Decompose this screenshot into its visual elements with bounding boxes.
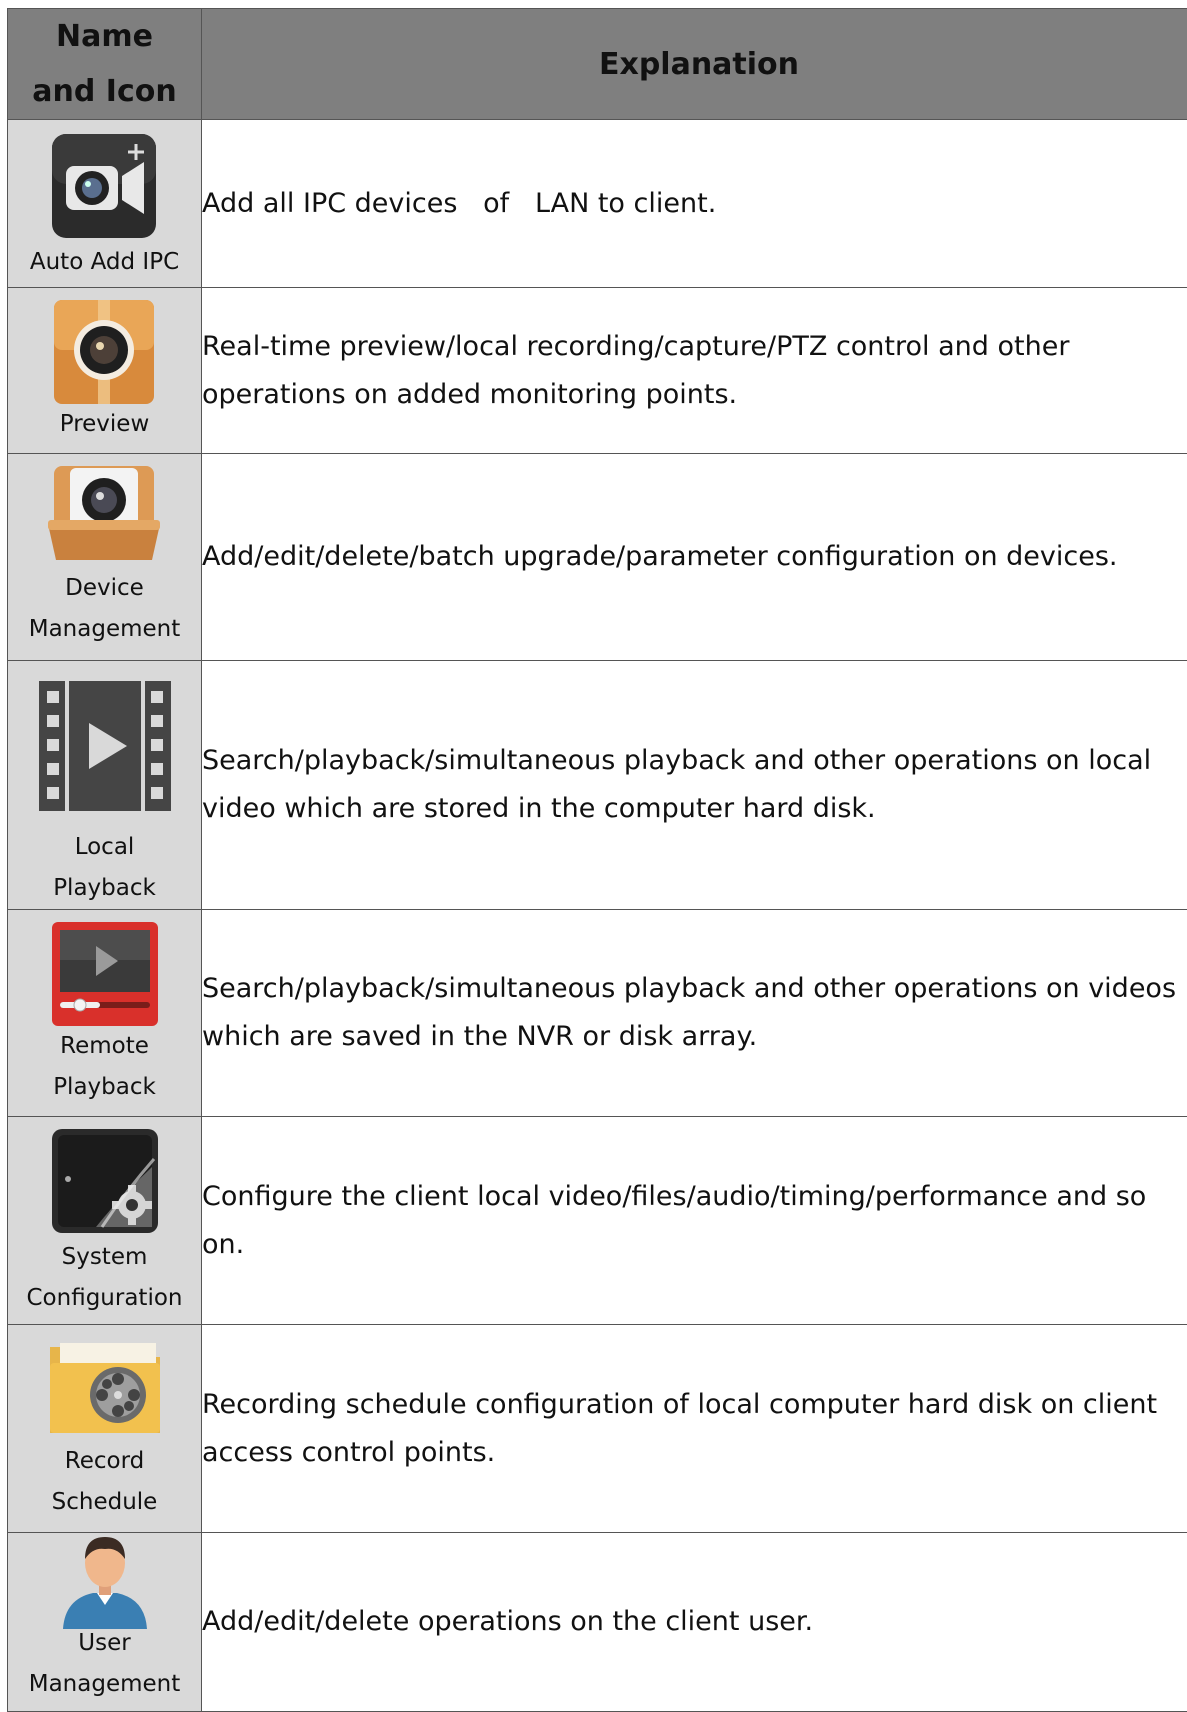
explanation-cell: Add/edit/delete/batch upgrade/parameter … — [202, 454, 1187, 661]
row-name-line: Device — [8, 568, 201, 609]
row-name-line: Configuration — [8, 1278, 201, 1319]
name-cell: Remote Playback — [8, 910, 202, 1117]
explanation-cell: Configure the client local video/files/a… — [202, 1117, 1187, 1325]
row-name-line: Record — [8, 1441, 201, 1482]
film-play-icon — [35, 679, 175, 819]
function-table: Name and Icon Explanation Auto Add IPC A… — [7, 8, 1187, 1712]
table-row: Remote Playback Search/playback/simultan… — [8, 910, 1187, 1117]
camera-tray-icon — [40, 464, 170, 574]
camera-box-icon — [40, 298, 170, 414]
remote-play-icon — [40, 920, 170, 1032]
user-icon — [55, 1533, 155, 1629]
explanation-cell: Add all IPC devices of LAN to client. — [202, 120, 1187, 288]
header-name-and-icon: Name and Icon — [8, 9, 202, 120]
name-cell: System Configuration — [8, 1117, 202, 1325]
name-cell: Preview — [8, 288, 202, 454]
add-camera-icon — [40, 130, 170, 250]
header-row: Name and Icon Explanation — [8, 9, 1187, 120]
film-reel-folder-icon — [40, 1335, 170, 1443]
explanation-cell: Recording schedule configuration of loca… — [202, 1325, 1187, 1533]
explanation-cell: Search/playback/simultaneous playback an… — [202, 910, 1187, 1117]
header-explanation: Explanation — [202, 9, 1187, 120]
gear-tablet-icon — [40, 1127, 170, 1241]
explanation-cell: Add/edit/delete operations on the client… — [202, 1533, 1187, 1712]
name-cell: Local Playback — [8, 661, 202, 910]
table-row: Local Playback Search/playback/simultane… — [8, 661, 1187, 910]
name-cell: User Management — [8, 1533, 202, 1712]
explanation-cell: Real-time preview/local recording/captur… — [202, 288, 1187, 454]
row-name-line: Schedule — [8, 1482, 201, 1523]
table-row: User Management Add/edit/delete operatio… — [8, 1533, 1187, 1712]
row-name-line: System — [8, 1237, 201, 1278]
explanation-cell: Search/playback/simultaneous playback an… — [202, 661, 1187, 910]
name-cell: Record Schedule — [8, 1325, 202, 1533]
row-name-line: Management — [8, 1664, 201, 1705]
row-name-line: Management — [8, 609, 201, 650]
table-row: System Configuration Configure the clien… — [8, 1117, 1187, 1325]
row-name-line: Playback — [8, 868, 201, 909]
row-name-line: Auto Add IPC — [8, 242, 201, 283]
header-name-line1: Name — [8, 9, 201, 64]
table-row: Device Management Add/edit/delete/batch … — [8, 454, 1187, 661]
row-name-line: Local — [8, 827, 201, 868]
row-name-line: Preview — [8, 404, 201, 445]
name-cell: Device Management — [8, 454, 202, 661]
table-row: Auto Add IPC Add all IPC devices of LAN … — [8, 120, 1187, 288]
table-row: Record Schedule Recording schedule confi… — [8, 1325, 1187, 1533]
table-row: Preview Real-time preview/local recordin… — [8, 288, 1187, 454]
header-name-line2: and Icon — [8, 64, 201, 119]
row-name-line: Playback — [8, 1067, 201, 1108]
name-cell: Auto Add IPC — [8, 120, 202, 288]
row-name-line: Remote — [8, 1026, 201, 1067]
row-name-line: User — [8, 1623, 201, 1664]
